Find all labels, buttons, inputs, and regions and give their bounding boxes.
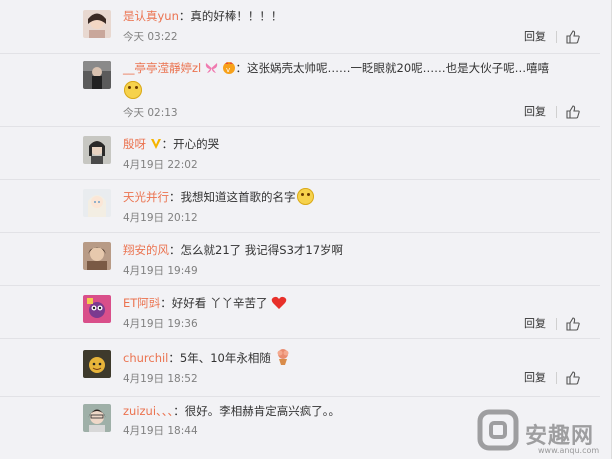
comment-item: 天光并行：我想知道这首歌的名字 4月19日 20:12 <box>0 179 600 233</box>
vip-badge-icon: v <box>222 62 235 74</box>
timestamp: 4月19日 19:49 <box>123 265 198 277</box>
timestamp: 今天 02:13 <box>123 107 178 119</box>
avatar[interactable] <box>83 61 111 89</box>
timestamp: 4月19日 19:36 <box>123 318 198 330</box>
thumbs-up-icon[interactable] <box>566 30 580 44</box>
divider <box>556 106 557 118</box>
heart-emoji-icon <box>271 296 287 309</box>
username[interactable]: 天光并行 <box>123 190 169 204</box>
timestamp: 4月19日 22:02 <box>123 159 198 171</box>
divider <box>556 372 557 384</box>
username[interactable]: __亭亭滢靜婷zl <box>123 61 201 75</box>
comment-item: churchil：5年、10年永相随 4月19日 18:52 回复 <box>0 338 600 397</box>
comment-item: __亭亭滢靜婷zl v ：这张娲壳太帅呢……一眨眼就20呢……也是大伙子呢…嘻嘻 … <box>0 53 600 127</box>
avatar[interactable] <box>83 242 111 270</box>
avatar[interactable] <box>83 350 111 378</box>
comment-item: 翔安的风：怎么就21了 我记得S3才17岁啊 4月19日 19:49 <box>0 232 600 286</box>
avatar[interactable] <box>83 136 111 164</box>
avatar[interactable] <box>83 10 111 38</box>
divider <box>556 31 557 43</box>
username[interactable]: zuizui、、、 <box>123 404 173 418</box>
svg-text:v: v <box>226 66 230 74</box>
comment-text: 好好看 丫丫辛苦了 <box>171 296 268 310</box>
avatar[interactable] <box>83 404 111 432</box>
smile-emoji-icon <box>124 81 142 99</box>
avatar[interactable] <box>83 189 111 217</box>
butterfly-badge-icon <box>205 63 218 73</box>
comment-text: 开心的哭 <box>173 137 220 151</box>
watermark-url: www.anqu.com <box>538 446 600 455</box>
comment-text: 5年、10年永相随 <box>179 351 271 365</box>
reply-button[interactable]: 回复 <box>524 371 546 385</box>
smile-emoji-icon <box>296 188 314 205</box>
username[interactable]: 翔安的风 <box>123 243 169 257</box>
thumbs-up-icon[interactable] <box>566 371 580 385</box>
divider <box>556 318 557 330</box>
comment-text: 这张娲壳太帅呢……一眨眼就20呢……也是大伙子呢…嘻嘻 <box>247 61 550 75</box>
reply-button[interactable]: 回复 <box>524 30 546 44</box>
avatar[interactable] <box>83 295 111 323</box>
thumbs-up-icon[interactable] <box>566 317 580 331</box>
timestamp: 今天 03:22 <box>123 31 178 43</box>
username[interactable]: 殷呀 <box>123 137 146 151</box>
comment-text: 很好。李相赫肯定高兴疯了。。 <box>184 404 341 418</box>
comment-item: 是认真yun：真的好棒！！！！ 今天 03:22 回复 <box>0 0 600 54</box>
thumbs-up-icon[interactable] <box>566 105 580 119</box>
timestamp: 4月19日 18:44 <box>123 425 198 437</box>
timestamp: 4月19日 18:52 <box>123 373 198 385</box>
comment-list: 是认真yun：真的好棒！！！！ 今天 03:22 回复 __亭亭滢靜婷zl v：… <box>0 0 612 459</box>
timestamp: 4月19日 20:12 <box>123 212 198 224</box>
reply-button[interactable]: 回复 <box>524 105 546 119</box>
username[interactable]: 是认真yun <box>123 9 179 23</box>
username[interactable]: churchil <box>123 351 168 365</box>
comment-item: ET阿㪷：好好看 丫丫辛苦了 4月19日 19:36 回复 <box>0 285 600 339</box>
reply-button[interactable]: 回复 <box>524 317 546 331</box>
comment-text: 怎么就21了 我记得S3才17岁啊 <box>180 243 344 257</box>
comment-text: 我想知道这首歌的名字 <box>180 190 296 204</box>
username[interactable]: ET阿㪷 <box>123 296 160 310</box>
flower-emoji-icon <box>277 349 288 365</box>
comment-item: 殷呀 ：开心的哭 4月19日 22:02 <box>0 126 600 180</box>
gold-v-badge-icon <box>150 139 161 149</box>
comment-text: 真的好棒！！！！ <box>190 9 283 23</box>
